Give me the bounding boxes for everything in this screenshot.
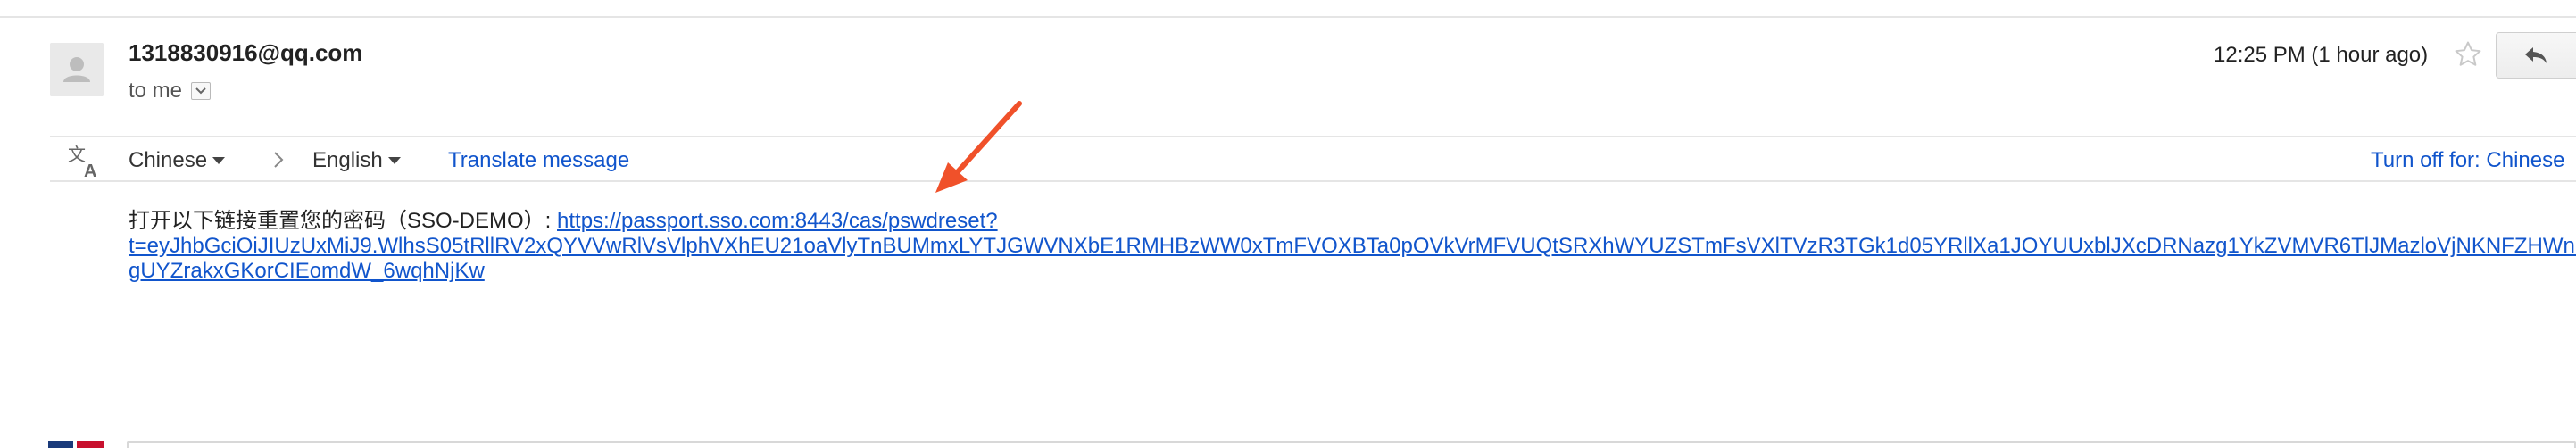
recipient-details-button[interactable]	[191, 82, 212, 100]
caret-down-icon	[387, 157, 401, 164]
reply-icon	[2525, 47, 2547, 63]
translate-icon: 文 A	[68, 144, 96, 180]
caret-down-icon	[212, 157, 226, 164]
next-message-avatar	[48, 441, 104, 448]
target-language-label: English	[312, 148, 383, 172]
message-timestamp: 12:25 PM (1 hour ago)	[2214, 43, 2429, 67]
star-icon[interactable]	[2453, 39, 2483, 70]
chevron-down-icon	[195, 87, 206, 95]
top-divider	[0, 16, 2576, 18]
translate-message-link[interactable]: Translate message	[448, 148, 629, 173]
reply-box[interactable]	[127, 441, 2576, 448]
recipient-line: to me	[129, 79, 212, 104]
turn-off-translation-link[interactable]: Turn off for: Chinese	[2371, 148, 2564, 173]
source-language-label: Chinese	[129, 148, 208, 172]
svg-text:A: A	[84, 162, 96, 180]
person-icon	[50, 43, 104, 96]
translate-bar: 文 A Chinese English Translate message Tu…	[50, 136, 2576, 182]
annotation-arrow-icon	[935, 101, 1022, 193]
svg-text:文: 文	[68, 144, 86, 165]
sender-email[interactable]: 1318830916@qq.com	[129, 39, 362, 67]
message-body: 打开以下链接重置您的密码（SSO-DEMO）: https://passport…	[129, 209, 2576, 284]
source-language-selector[interactable]: Chinese	[129, 148, 226, 173]
body-text-prefix: 打开以下链接重置您的密码（SSO-DEMO）:	[129, 209, 558, 233]
target-language-selector[interactable]: English	[312, 148, 401, 173]
email-message-view: 1318830916@qq.com to me 12:25 PM (1 hour…	[0, 0, 2576, 448]
sender-avatar[interactable]	[50, 43, 104, 96]
recipient-label: to me	[129, 79, 183, 103]
chevron-right-icon	[274, 152, 284, 168]
reply-button[interactable]	[2496, 32, 2576, 79]
